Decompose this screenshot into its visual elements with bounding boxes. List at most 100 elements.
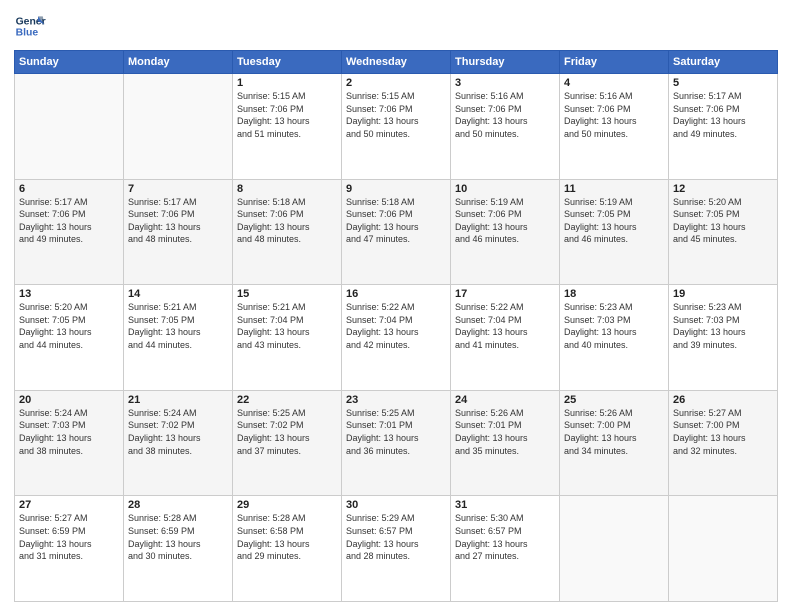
day-number: 31	[455, 499, 555, 511]
calendar-header-row: SundayMondayTuesdayWednesdayThursdayFrid…	[15, 51, 778, 74]
day-number: 13	[19, 288, 119, 300]
day-info: Sunrise: 5:18 AM Sunset: 7:06 PM Dayligh…	[346, 196, 446, 246]
day-info: Sunrise: 5:26 AM Sunset: 7:00 PM Dayligh…	[564, 407, 664, 457]
day-number: 8	[237, 183, 337, 195]
weekday-header-thursday: Thursday	[451, 51, 560, 74]
day-number: 14	[128, 288, 228, 300]
day-number: 30	[346, 499, 446, 511]
calendar-cell: 1Sunrise: 5:15 AM Sunset: 7:06 PM Daylig…	[233, 74, 342, 180]
calendar-cell: 15Sunrise: 5:21 AM Sunset: 7:04 PM Dayli…	[233, 285, 342, 391]
logo-icon: General Blue	[14, 10, 46, 42]
calendar-cell	[15, 74, 124, 180]
day-number: 12	[673, 183, 773, 195]
calendar-cell: 31Sunrise: 5:30 AM Sunset: 6:57 PM Dayli…	[451, 496, 560, 602]
day-number: 26	[673, 394, 773, 406]
calendar-cell: 6Sunrise: 5:17 AM Sunset: 7:06 PM Daylig…	[15, 179, 124, 285]
calendar-cell: 11Sunrise: 5:19 AM Sunset: 7:05 PM Dayli…	[560, 179, 669, 285]
calendar-cell: 26Sunrise: 5:27 AM Sunset: 7:00 PM Dayli…	[669, 390, 778, 496]
logo: General Blue	[14, 10, 46, 42]
calendar-cell: 13Sunrise: 5:20 AM Sunset: 7:05 PM Dayli…	[15, 285, 124, 391]
day-info: Sunrise: 5:25 AM Sunset: 7:01 PM Dayligh…	[346, 407, 446, 457]
day-number: 27	[19, 499, 119, 511]
day-number: 21	[128, 394, 228, 406]
calendar-cell: 20Sunrise: 5:24 AM Sunset: 7:03 PM Dayli…	[15, 390, 124, 496]
day-info: Sunrise: 5:24 AM Sunset: 7:02 PM Dayligh…	[128, 407, 228, 457]
calendar-cell	[124, 74, 233, 180]
calendar-cell: 24Sunrise: 5:26 AM Sunset: 7:01 PM Dayli…	[451, 390, 560, 496]
calendar-cell: 12Sunrise: 5:20 AM Sunset: 7:05 PM Dayli…	[669, 179, 778, 285]
day-info: Sunrise: 5:22 AM Sunset: 7:04 PM Dayligh…	[346, 301, 446, 351]
day-number: 28	[128, 499, 228, 511]
weekday-header-tuesday: Tuesday	[233, 51, 342, 74]
calendar-week-row: 20Sunrise: 5:24 AM Sunset: 7:03 PM Dayli…	[15, 390, 778, 496]
calendar-week-row: 6Sunrise: 5:17 AM Sunset: 7:06 PM Daylig…	[15, 179, 778, 285]
day-number: 1	[237, 77, 337, 89]
calendar-week-row: 13Sunrise: 5:20 AM Sunset: 7:05 PM Dayli…	[15, 285, 778, 391]
day-info: Sunrise: 5:29 AM Sunset: 6:57 PM Dayligh…	[346, 512, 446, 562]
day-info: Sunrise: 5:25 AM Sunset: 7:02 PM Dayligh…	[237, 407, 337, 457]
calendar-week-row: 1Sunrise: 5:15 AM Sunset: 7:06 PM Daylig…	[15, 74, 778, 180]
calendar-cell: 19Sunrise: 5:23 AM Sunset: 7:03 PM Dayli…	[669, 285, 778, 391]
day-number: 29	[237, 499, 337, 511]
calendar-cell: 9Sunrise: 5:18 AM Sunset: 7:06 PM Daylig…	[342, 179, 451, 285]
weekday-header-monday: Monday	[124, 51, 233, 74]
day-number: 11	[564, 183, 664, 195]
day-number: 15	[237, 288, 337, 300]
day-info: Sunrise: 5:15 AM Sunset: 7:06 PM Dayligh…	[237, 90, 337, 140]
day-info: Sunrise: 5:20 AM Sunset: 7:05 PM Dayligh…	[673, 196, 773, 246]
calendar-cell: 8Sunrise: 5:18 AM Sunset: 7:06 PM Daylig…	[233, 179, 342, 285]
calendar-cell: 22Sunrise: 5:25 AM Sunset: 7:02 PM Dayli…	[233, 390, 342, 496]
calendar-cell: 5Sunrise: 5:17 AM Sunset: 7:06 PM Daylig…	[669, 74, 778, 180]
day-number: 22	[237, 394, 337, 406]
svg-text:Blue: Blue	[16, 28, 39, 39]
day-info: Sunrise: 5:24 AM Sunset: 7:03 PM Dayligh…	[19, 407, 119, 457]
day-info: Sunrise: 5:16 AM Sunset: 7:06 PM Dayligh…	[455, 90, 555, 140]
calendar-cell: 17Sunrise: 5:22 AM Sunset: 7:04 PM Dayli…	[451, 285, 560, 391]
day-number: 6	[19, 183, 119, 195]
calendar-cell: 23Sunrise: 5:25 AM Sunset: 7:01 PM Dayli…	[342, 390, 451, 496]
day-number: 19	[673, 288, 773, 300]
day-info: Sunrise: 5:19 AM Sunset: 7:05 PM Dayligh…	[564, 196, 664, 246]
day-info: Sunrise: 5:23 AM Sunset: 7:03 PM Dayligh…	[673, 301, 773, 351]
calendar-cell: 4Sunrise: 5:16 AM Sunset: 7:06 PM Daylig…	[560, 74, 669, 180]
day-info: Sunrise: 5:30 AM Sunset: 6:57 PM Dayligh…	[455, 512, 555, 562]
day-number: 4	[564, 77, 664, 89]
calendar-cell: 18Sunrise: 5:23 AM Sunset: 7:03 PM Dayli…	[560, 285, 669, 391]
calendar-cell: 25Sunrise: 5:26 AM Sunset: 7:00 PM Dayli…	[560, 390, 669, 496]
day-number: 2	[346, 77, 446, 89]
day-info: Sunrise: 5:28 AM Sunset: 6:59 PM Dayligh…	[128, 512, 228, 562]
day-info: Sunrise: 5:19 AM Sunset: 7:06 PM Dayligh…	[455, 196, 555, 246]
day-number: 24	[455, 394, 555, 406]
day-number: 20	[19, 394, 119, 406]
calendar-cell: 14Sunrise: 5:21 AM Sunset: 7:05 PM Dayli…	[124, 285, 233, 391]
day-info: Sunrise: 5:15 AM Sunset: 7:06 PM Dayligh…	[346, 90, 446, 140]
day-number: 16	[346, 288, 446, 300]
calendar-body: 1Sunrise: 5:15 AM Sunset: 7:06 PM Daylig…	[15, 74, 778, 602]
day-info: Sunrise: 5:26 AM Sunset: 7:01 PM Dayligh…	[455, 407, 555, 457]
day-info: Sunrise: 5:18 AM Sunset: 7:06 PM Dayligh…	[237, 196, 337, 246]
calendar-cell: 10Sunrise: 5:19 AM Sunset: 7:06 PM Dayli…	[451, 179, 560, 285]
day-info: Sunrise: 5:16 AM Sunset: 7:06 PM Dayligh…	[564, 90, 664, 140]
calendar-cell: 27Sunrise: 5:27 AM Sunset: 6:59 PM Dayli…	[15, 496, 124, 602]
day-number: 25	[564, 394, 664, 406]
day-number: 10	[455, 183, 555, 195]
day-info: Sunrise: 5:17 AM Sunset: 7:06 PM Dayligh…	[19, 196, 119, 246]
calendar-cell: 29Sunrise: 5:28 AM Sunset: 6:58 PM Dayli…	[233, 496, 342, 602]
day-number: 9	[346, 183, 446, 195]
calendar-cell: 28Sunrise: 5:28 AM Sunset: 6:59 PM Dayli…	[124, 496, 233, 602]
day-info: Sunrise: 5:17 AM Sunset: 7:06 PM Dayligh…	[673, 90, 773, 140]
weekday-header-friday: Friday	[560, 51, 669, 74]
day-number: 5	[673, 77, 773, 89]
calendar-cell: 30Sunrise: 5:29 AM Sunset: 6:57 PM Dayli…	[342, 496, 451, 602]
day-info: Sunrise: 5:23 AM Sunset: 7:03 PM Dayligh…	[564, 301, 664, 351]
day-info: Sunrise: 5:27 AM Sunset: 7:00 PM Dayligh…	[673, 407, 773, 457]
day-info: Sunrise: 5:17 AM Sunset: 7:06 PM Dayligh…	[128, 196, 228, 246]
day-info: Sunrise: 5:21 AM Sunset: 7:05 PM Dayligh…	[128, 301, 228, 351]
day-info: Sunrise: 5:21 AM Sunset: 7:04 PM Dayligh…	[237, 301, 337, 351]
calendar-cell: 7Sunrise: 5:17 AM Sunset: 7:06 PM Daylig…	[124, 179, 233, 285]
day-number: 23	[346, 394, 446, 406]
weekday-header-sunday: Sunday	[15, 51, 124, 74]
calendar-cell: 2Sunrise: 5:15 AM Sunset: 7:06 PM Daylig…	[342, 74, 451, 180]
calendar-cell: 16Sunrise: 5:22 AM Sunset: 7:04 PM Dayli…	[342, 285, 451, 391]
calendar-cell: 3Sunrise: 5:16 AM Sunset: 7:06 PM Daylig…	[451, 74, 560, 180]
